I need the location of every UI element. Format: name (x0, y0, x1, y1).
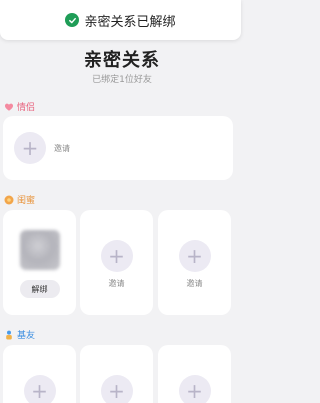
friend-avatar (19, 230, 60, 270)
lover-invite-card[interactable]: + 邀请 (3, 116, 233, 180)
bestie-invite-label: 邀请 (186, 279, 203, 288)
flower-icon (4, 195, 14, 205)
heart-icon (4, 102, 14, 112)
figure-icon (4, 330, 14, 340)
bestie-friend-tile: 解绑 (3, 210, 76, 315)
buddy-invite-tile[interactable]: + (158, 345, 231, 403)
check-circle-icon (65, 13, 80, 27)
bestie-invite-tile[interactable]: + 邀请 (80, 210, 153, 315)
section-header-lover: 情侣 (4, 100, 35, 113)
bestie-invite-tile[interactable]: + 邀请 (158, 210, 231, 315)
buddy-invite-tile[interactable]: + (3, 345, 76, 403)
unbind-button[interactable]: 解绑 (19, 280, 60, 298)
bound-count-subtitle: 已绑定1位好友 (92, 75, 152, 85)
section-header-buddy: 基友 (4, 328, 35, 341)
section-header-bestie: 闺蜜 (4, 193, 35, 206)
add-bestie-plus-icon[interactable]: + (100, 240, 133, 272)
buddy-invite-tile[interactable]: + (80, 345, 153, 403)
toast-text: 亲密关系已解绑 (84, 14, 176, 30)
add-buddy-plus-icon[interactable]: + (23, 375, 56, 403)
section-label-buddy: 基友 (17, 331, 36, 341)
add-buddy-plus-icon[interactable]: + (100, 375, 133, 403)
lover-invite-label: 邀请 (54, 143, 70, 153)
unbind-success-toast: 亲密关系已解绑 (0, 0, 241, 40)
page-title: 亲密关系 (84, 50, 160, 71)
section-label-bestie: 闺蜜 (17, 196, 36, 206)
section-label-lover: 情侣 (17, 103, 36, 113)
bestie-invite-label: 邀请 (108, 279, 125, 288)
add-buddy-plus-icon[interactable]: + (178, 375, 211, 403)
add-lover-plus-icon[interactable]: + (14, 132, 46, 164)
add-bestie-plus-icon[interactable]: + (178, 240, 211, 272)
